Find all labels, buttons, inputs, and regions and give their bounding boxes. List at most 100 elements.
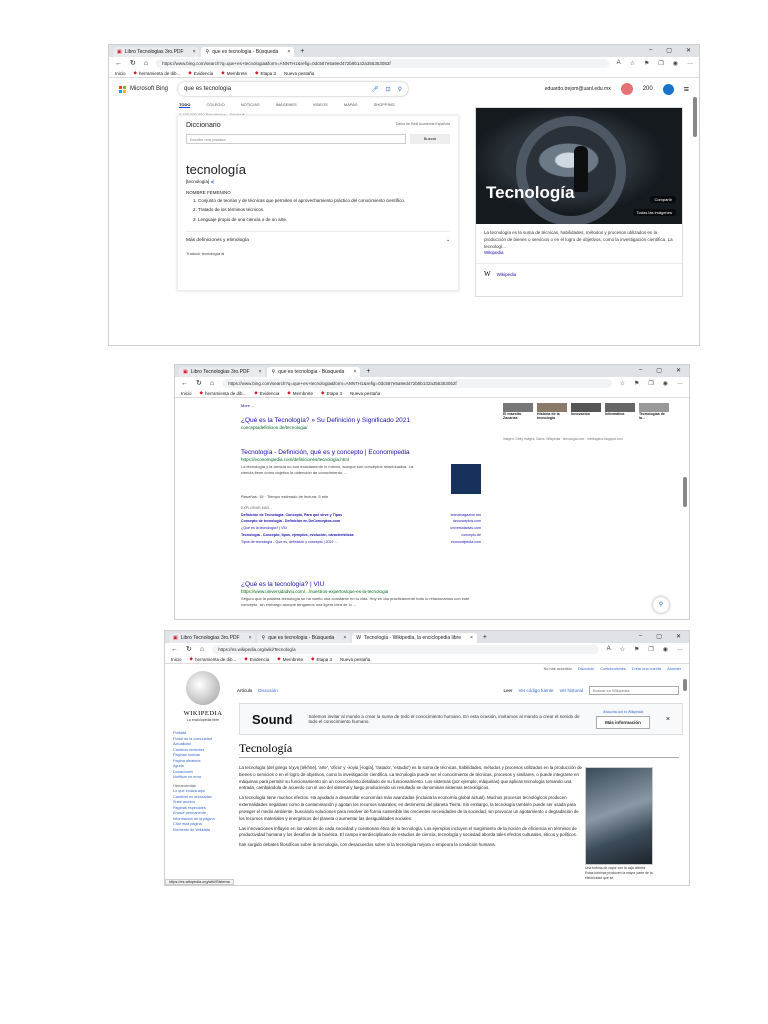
- home-icon[interactable]: ⌂: [210, 380, 214, 387]
- list-item[interactable]: Informática: [605, 403, 635, 420]
- more-definitions[interactable]: Más definiciones y etimología ⌄: [186, 230, 450, 243]
- more-icon[interactable]: …: [687, 60, 693, 67]
- search-fab-icon[interactable]: ⚲: [653, 597, 669, 613]
- login-link[interactable]: Acceder: [667, 667, 681, 671]
- speaker-icon[interactable]: ◂): [211, 179, 215, 184]
- fav-item[interactable]: ◆ herramienta de dib...: [134, 70, 181, 76]
- sidebar-item[interactable]: Elemento de Wikidata: [173, 828, 233, 834]
- list-item[interactable]: El maestro Zacarías: [503, 403, 533, 420]
- tab-imagenes[interactable]: IMÁGENES: [276, 102, 297, 107]
- url-field[interactable]: https://www.bing.com/search?q=que+es+tec…: [156, 58, 609, 68]
- fav-item[interactable]: Inicio: [181, 391, 192, 396]
- close-tab-icon[interactable]: ×: [253, 369, 262, 375]
- list-item[interactable]: Concepto de tecnología - Definición en D…: [241, 518, 481, 525]
- new-tab-button[interactable]: +: [362, 368, 374, 377]
- profile-icon[interactable]: ◉: [673, 60, 678, 67]
- tab-videos[interactable]: VIDEOS: [313, 102, 328, 107]
- url-field[interactable]: https://es.wikipedia.org/wiki/Tecnología: [212, 644, 599, 654]
- steam-turbine-image[interactable]: [585, 767, 653, 865]
- result-title[interactable]: Tecnología - Definición, qué es y concep…: [241, 449, 481, 457]
- restore-icon[interactable]: ▢: [656, 633, 662, 640]
- rewards-points[interactable]: 200: [643, 86, 653, 92]
- new-tab-button[interactable]: +: [296, 48, 308, 57]
- restore-icon[interactable]: ▢: [666, 47, 672, 54]
- dictionary-source[interactable]: Datos de Real Academia Española: [396, 122, 450, 129]
- fav-item[interactable]: Inicio: [171, 657, 182, 662]
- scrollbar[interactable]: [683, 679, 687, 691]
- collections-icon[interactable]: ❐: [658, 60, 663, 67]
- fav-item[interactable]: ◆ Evidencia: [244, 656, 269, 662]
- close-tab-icon[interactable]: ×: [243, 635, 252, 641]
- visual-search-icon[interactable]: ⊡: [386, 86, 391, 93]
- list-item[interactable]: Tipos de tecnología - Qué es, definición…: [241, 539, 481, 546]
- fav-item[interactable]: Nueva pestaña: [284, 71, 314, 76]
- list-item[interactable]: Definición de Tecnología: Concepto, Para…: [241, 512, 481, 519]
- tab-pdf[interactable]: ▣ Libro Tecnologias 3ro.PDF ×: [113, 47, 200, 57]
- fav-item[interactable]: Inicio: [115, 71, 126, 76]
- rewards-icon[interactable]: [662, 83, 674, 95]
- avatar[interactable]: [620, 83, 633, 95]
- tab-search[interactable]: ⚲ que es tecnologia - Búsqueda ×: [257, 633, 351, 643]
- tab-view-source[interactable]: Ver código fuente: [518, 688, 553, 693]
- result-url[interactable]: https://www.universidadviu.com/.../nuest…: [241, 589, 481, 596]
- close-tab-icon[interactable]: ×: [281, 49, 290, 55]
- back-icon[interactable]: ←: [181, 380, 188, 387]
- refresh-icon[interactable]: ↻: [196, 379, 202, 387]
- minimize-icon[interactable]: –: [639, 367, 642, 374]
- close-window-icon[interactable]: ✕: [686, 47, 691, 54]
- search-input[interactable]: que es tecnologia 🎤︎ ⊡ ⚲: [178, 82, 408, 96]
- list-item[interactable]: Historia de la tecnología: [537, 403, 567, 420]
- close-tab-icon[interactable]: ×: [347, 369, 356, 375]
- all-images-button[interactable]: Todas las imágenes: [632, 209, 676, 216]
- create-account-link[interactable]: Crear una cuenta: [632, 667, 661, 671]
- more-info-button[interactable]: Más información: [596, 715, 650, 729]
- fav-item[interactable]: ◆ Etapa 3: [311, 656, 332, 662]
- tab-wikipedia[interactable]: W Tecnología - Wikipedia, la enciclopedia…: [352, 633, 477, 643]
- close-icon[interactable]: ×: [666, 716, 670, 723]
- tab-colegio[interactable]: COLEGIO: [206, 102, 224, 107]
- read-aloud-icon[interactable]: A: [607, 646, 611, 653]
- wiki-search-input[interactable]: Buscar en Wikipedia: [589, 686, 679, 695]
- read-aloud-icon[interactable]: A: [617, 60, 621, 67]
- tab-pdf[interactable]: ▣ Libro Tecnologias 3ro.PDF ×: [179, 367, 266, 377]
- fav-item[interactable]: ◆ Etapa 3: [321, 390, 342, 396]
- collections-icon[interactable]: ❐: [648, 646, 653, 653]
- fav-item[interactable]: ◆ Membrete: [277, 656, 303, 662]
- banner-small-link[interactable]: ¡Escucha con tu Wikipedia!: [603, 710, 644, 714]
- profile-icon[interactable]: ◉: [663, 380, 668, 387]
- tab-todo[interactable]: TODO: [179, 102, 191, 108]
- tab-article[interactable]: Artículo: [237, 688, 252, 693]
- list-item[interactable]: Innovación: [571, 403, 601, 420]
- tab-pdf[interactable]: ▣ Libro Tecnologias 3ro.PDF ×: [169, 633, 256, 643]
- tab-read[interactable]: Leer: [503, 688, 512, 693]
- result-title[interactable]: ¿Qué es la Tecnología? » Su Definición y…: [241, 417, 481, 425]
- microphone-icon[interactable]: 🎤︎: [371, 86, 379, 93]
- profile-icon[interactable]: ◉: [663, 646, 668, 653]
- source-link[interactable]: Wikipedia: [484, 250, 504, 255]
- collections-icon[interactable]: ❐: [648, 380, 653, 387]
- close-tab-icon[interactable]: ×: [337, 635, 346, 641]
- fav-item[interactable]: ◆ herramienta de dib...: [190, 656, 237, 662]
- scrollbar[interactable]: [683, 477, 687, 507]
- result-thumbnail[interactable]: [451, 464, 481, 495]
- close-tab-icon[interactable]: ×: [464, 635, 473, 641]
- back-icon[interactable]: ←: [115, 60, 122, 67]
- favorite-icon[interactable]: ☆: [620, 646, 625, 653]
- extensions-icon[interactable]: ⚑: [634, 646, 639, 653]
- knowledge-panel-image[interactable]: Tecnología Compartir Todas las imágenes: [476, 108, 682, 224]
- extensions-icon[interactable]: ⚑: [644, 60, 649, 67]
- bing-logo[interactable]: Microsoft Bing: [119, 85, 168, 93]
- sidebar-item[interactable]: Notificar un error: [173, 775, 233, 781]
- fav-item[interactable]: ◆ Membrete: [287, 390, 313, 396]
- result-url[interactable]: https://economipedia.com/definiciones/te…: [241, 457, 481, 464]
- tab-history[interactable]: Ver historial: [559, 688, 583, 693]
- more-icon[interactable]: …: [677, 380, 683, 387]
- extensions-icon[interactable]: ⚑: [634, 380, 639, 387]
- fav-item[interactable]: ◆ Membrete: [221, 70, 247, 76]
- fav-item[interactable]: ◆ Etapa 3: [255, 70, 276, 76]
- favorite-icon[interactable]: ☆: [620, 380, 625, 387]
- back-icon[interactable]: ←: [171, 646, 178, 653]
- new-tab-button[interactable]: +: [479, 634, 491, 643]
- share-button[interactable]: Compartir: [650, 196, 676, 203]
- translate-row[interactable]: Traducir tecnología al: [186, 251, 450, 256]
